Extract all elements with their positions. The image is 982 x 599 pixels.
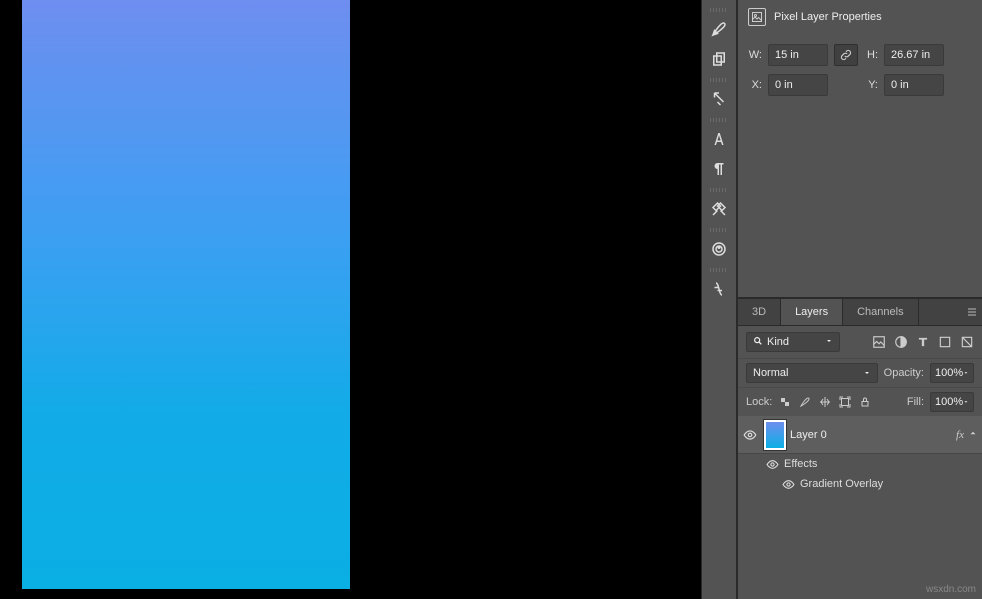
blend-mode-dropdown[interactable]: Normal bbox=[746, 363, 878, 383]
width-input[interactable] bbox=[768, 44, 828, 66]
drag-handle[interactable] bbox=[710, 268, 728, 272]
tab-3d[interactable]: 3D bbox=[738, 299, 781, 325]
gradient-overlay-label: Gradient Overlay bbox=[800, 478, 883, 490]
panel-menu-icon[interactable] bbox=[962, 299, 982, 325]
lock-buttons bbox=[778, 395, 872, 409]
effects-row[interactable]: Effects bbox=[738, 454, 982, 474]
document-artboard[interactable] bbox=[22, 0, 350, 589]
right-panel-column: Pixel Layer Properties W: H: X: Y: 3D La… bbox=[737, 0, 982, 599]
x-input[interactable] bbox=[768, 74, 828, 96]
opacity-label: Opacity: bbox=[884, 367, 924, 379]
visibility-toggle[interactable] bbox=[760, 458, 784, 471]
lock-artboard-icon[interactable] bbox=[838, 395, 852, 409]
filter-shape-icon[interactable] bbox=[938, 335, 952, 349]
lock-transparency-icon[interactable] bbox=[778, 395, 792, 409]
search-icon bbox=[753, 336, 763, 349]
filter-text-icon[interactable] bbox=[916, 335, 930, 349]
x-label: X: bbox=[748, 79, 762, 91]
drag-handle[interactable] bbox=[710, 8, 728, 12]
layer-filter-row: Kind bbox=[738, 326, 982, 358]
filter-smart-icon[interactable] bbox=[960, 335, 974, 349]
glyphs-panel-icon[interactable] bbox=[706, 276, 732, 302]
visibility-toggle[interactable] bbox=[776, 478, 800, 491]
properties-title: Pixel Layer Properties bbox=[774, 11, 882, 23]
libraries-panel-icon[interactable] bbox=[706, 236, 732, 262]
drag-handle[interactable] bbox=[710, 118, 728, 122]
chevron-down-icon bbox=[963, 399, 969, 405]
properties-header: Pixel Layer Properties bbox=[738, 0, 982, 40]
panel-dock-toolbar bbox=[701, 0, 737, 599]
brush-panel-icon[interactable] bbox=[706, 16, 732, 42]
w-label: W: bbox=[748, 49, 762, 61]
lock-paint-icon[interactable] bbox=[798, 395, 812, 409]
filter-kind-dropdown[interactable]: Kind bbox=[746, 332, 840, 352]
filter-kind-label: Kind bbox=[767, 336, 789, 348]
chevron-down-icon bbox=[963, 370, 969, 376]
layer-name: Layer 0 bbox=[790, 429, 956, 441]
y-label: Y: bbox=[864, 79, 878, 91]
history-brush-icon[interactable] bbox=[706, 86, 732, 112]
fx-indicator[interactable]: fx bbox=[956, 429, 964, 441]
lock-label: Lock: bbox=[746, 396, 772, 408]
lock-all-icon[interactable] bbox=[858, 395, 872, 409]
link-wh-button[interactable] bbox=[834, 44, 858, 66]
dimension-row-wh: W: H: bbox=[738, 40, 982, 70]
panel-tabbar: 3D Layers Channels bbox=[738, 298, 982, 326]
layer-type-filters bbox=[872, 335, 974, 349]
drag-handle[interactable] bbox=[710, 78, 728, 82]
dimension-row-xy: X: Y: bbox=[738, 70, 982, 100]
drag-handle[interactable] bbox=[710, 228, 728, 232]
opacity-input[interactable]: 100% bbox=[930, 363, 974, 383]
properties-panel: Pixel Layer Properties W: H: X: Y: bbox=[738, 0, 982, 298]
blend-opacity-row: Normal Opacity: 100% bbox=[738, 358, 982, 387]
layer-list: Layer 0 fx Effects Gradient Overlay bbox=[738, 416, 982, 599]
effect-gradient-overlay-row[interactable]: Gradient Overlay bbox=[738, 474, 982, 494]
pixel-layer-icon bbox=[748, 8, 766, 26]
watermark: wsxdn.com bbox=[926, 584, 976, 595]
visibility-toggle[interactable] bbox=[738, 428, 762, 442]
layer-thumbnail[interactable] bbox=[764, 420, 786, 450]
chevron-down-icon bbox=[825, 336, 833, 348]
fill-value: 100% bbox=[935, 396, 963, 408]
layers-panel: Kind Normal Opacity: 100% bbox=[738, 326, 982, 599]
tab-channels[interactable]: Channels bbox=[843, 299, 918, 325]
height-input[interactable] bbox=[884, 44, 944, 66]
paragraph-panel-icon[interactable] bbox=[706, 156, 732, 182]
fill-input[interactable]: 100% bbox=[930, 392, 974, 412]
drag-handle[interactable] bbox=[710, 188, 728, 192]
filter-pixel-icon[interactable] bbox=[872, 335, 886, 349]
canvas-area[interactable] bbox=[0, 0, 701, 599]
chevron-down-icon bbox=[863, 369, 871, 377]
character-panel-icon[interactable] bbox=[706, 126, 732, 152]
lock-position-icon[interactable] bbox=[818, 395, 832, 409]
clone-panel-icon[interactable] bbox=[706, 46, 732, 72]
y-input[interactable] bbox=[884, 74, 944, 96]
lock-fill-row: Lock: Fill: 100% bbox=[738, 387, 982, 416]
tab-layers[interactable]: Layers bbox=[781, 299, 843, 325]
tools-panel-icon[interactable] bbox=[706, 196, 732, 222]
opacity-value: 100% bbox=[935, 367, 963, 379]
filter-adjust-icon[interactable] bbox=[894, 335, 908, 349]
collapse-effects-icon[interactable] bbox=[968, 428, 982, 441]
h-label: H: bbox=[864, 49, 878, 61]
layer-row[interactable]: Layer 0 fx bbox=[738, 416, 982, 454]
blend-mode-value: Normal bbox=[753, 367, 788, 379]
effects-label: Effects bbox=[784, 458, 817, 470]
fill-label: Fill: bbox=[907, 396, 924, 408]
